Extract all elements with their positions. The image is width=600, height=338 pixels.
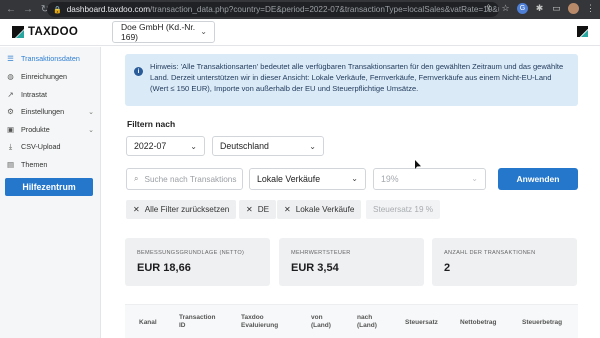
- vat-card: MEHRWERTSTEUER EUR 3,54: [279, 238, 424, 286]
- reset-filters-chip[interactable]: ✕ Alle Filter zurücksetzen: [126, 200, 237, 219]
- card-label: ANZAHL DER TRANSAKTIONEN: [444, 250, 536, 256]
- column-header-kanal[interactable]: Kanal: [139, 319, 157, 327]
- column-header-to-country[interactable]: nach (Land): [357, 314, 385, 330]
- sidebar-item-label: Themen: [21, 160, 48, 169]
- chevron-down-icon: ⌄: [88, 108, 94, 116]
- close-icon[interactable]: ✕: [246, 205, 253, 214]
- sidebar-item-einstellungen[interactable]: ⚙ Einstellungen ⌄: [0, 103, 101, 120]
- sidebar-item-label: CSV-Upload: [21, 142, 61, 151]
- chevron-down-icon: ⌄: [351, 174, 358, 183]
- document-icon: ▤: [6, 160, 15, 169]
- chevron-down-icon: ⌄: [190, 142, 197, 151]
- sidebar-panel-icon[interactable]: ▭: [551, 3, 562, 14]
- column-header-evaluation[interactable]: Taxdoo Evaluierung: [241, 314, 281, 330]
- card-value: EUR 3,54: [291, 262, 339, 274]
- country-select[interactable]: Deutschland ⌄: [212, 136, 324, 156]
- sidebar-item-einreichungen[interactable]: ◍ Einreichungen: [0, 68, 101, 85]
- chip-label: Alle Filter zurücksetzen: [144, 205, 230, 214]
- browser-toolbar: ← → ↻ 🔒 dashboard.taxdoo.com/transaction…: [0, 0, 600, 19]
- vat-rate-chip: Steuersatz 19 %: [366, 200, 441, 219]
- app-header: TAXDOO: [0, 19, 600, 46]
- forward-arrow-icon[interactable]: →: [23, 4, 33, 15]
- download-icon: ⤓: [8, 141, 13, 151]
- sidebar-item-transaktionsdaten[interactable]: ☰ Transaktionsdaten: [0, 50, 101, 67]
- gear-icon: ⚙: [7, 107, 14, 116]
- search-placeholder: Suche nach Transaktions: [144, 174, 237, 184]
- list-icon: ☰: [7, 54, 14, 63]
- chip-label: Lokale Verkäufe: [295, 205, 355, 214]
- browser-nav: ← → ↻: [0, 4, 50, 15]
- chevron-down-icon: ⌄: [309, 142, 316, 151]
- bookmark-star-icon[interactable]: ☆: [500, 3, 511, 14]
- transactions-table-header: Kanal Transaction ID Taxdoo Evaluierung …: [125, 304, 578, 338]
- taxdoo-mark-icon: [577, 26, 588, 37]
- chip-label: Steuersatz 19 %: [373, 205, 434, 214]
- period-select[interactable]: 2022-07 ⌄: [126, 136, 205, 156]
- sidebar-item-label: Transaktionsdaten: [21, 54, 80, 63]
- card-value: EUR 18,66: [137, 262, 191, 274]
- card-label: MEHRWERTSTEUER: [291, 250, 351, 256]
- vat-rate-select[interactable]: 19% ⌄: [373, 168, 486, 190]
- mouse-cursor-icon: [415, 160, 421, 170]
- sidebar-item-label: Einstellungen: [21, 107, 65, 116]
- back-arrow-icon[interactable]: ←: [6, 4, 16, 15]
- transaction-type-value: Lokale Verkäufe: [257, 174, 321, 184]
- search-icon: ⌕: [134, 174, 139, 183]
- sidebar-item-produkte[interactable]: ▣ Produkte ⌄: [0, 121, 101, 138]
- country-filter-chip[interactable]: ✕ DE: [239, 200, 277, 219]
- card-label: BEMESSUNGSGRUNDLAGE (NETTO): [137, 250, 245, 256]
- sidebar-item-intrastat[interactable]: ↗ Intrastat: [0, 86, 101, 103]
- company-select[interactable]: Doe GmbH (Kd.-Nr. 169) ⌄: [112, 21, 215, 43]
- taxdoo-logo[interactable]: TAXDOO: [12, 26, 78, 38]
- url-path: /transaction_data.php?country=DE&period=…: [150, 5, 499, 14]
- box-icon: ▣: [6, 125, 15, 134]
- close-icon[interactable]: ✕: [284, 205, 291, 214]
- chevron-down-icon: ⌄: [471, 174, 478, 183]
- extension-icon[interactable]: G: [517, 3, 528, 14]
- info-text: Hinweis: 'Alle Transaktionsarten' bedeut…: [150, 62, 564, 94]
- logo-text: TAXDOO: [28, 26, 79, 38]
- column-header-net-amount[interactable]: Nettobetrag: [460, 319, 496, 327]
- transaction-search-input[interactable]: ⌕ Suche nach Transaktions: [126, 168, 243, 190]
- close-icon[interactable]: ✕: [133, 205, 140, 214]
- column-header-transaction-id[interactable]: Transaction ID: [179, 314, 221, 330]
- period-select-value: 2022-07: [134, 141, 167, 151]
- filter-title: Filtern nach: [127, 119, 176, 129]
- sidebar-item-themen[interactable]: ▤ Themen: [0, 156, 101, 173]
- net-base-card: BEMESSUNGSGRUNDLAGE (NETTO) EUR 18,66: [125, 238, 270, 286]
- globe-icon: ◍: [7, 72, 14, 81]
- column-header-from-country[interactable]: von (Land): [311, 314, 339, 330]
- sidebar-item-label: Intrastat: [21, 90, 47, 99]
- transaction-count-card: ANZAHL DER TRANSAKTIONEN 2: [432, 238, 577, 286]
- column-header-tax-amount[interactable]: Steuerbetrag: [522, 319, 562, 327]
- country-select-value: Deutschland: [220, 141, 269, 151]
- sidebar-item-csv-upload[interactable]: ⤓ CSV-Upload: [0, 138, 101, 155]
- sidebar-item-label: Produkte: [21, 125, 50, 134]
- browser-extensions: ⇪ ☆ G ✱ ▭ ⋮: [483, 3, 596, 14]
- apply-button[interactable]: Anwenden: [498, 168, 578, 190]
- card-value: 2: [444, 262, 451, 274]
- info-banner: i Hinweis: 'Alle Transaktionsarten' bede…: [125, 54, 578, 106]
- sidebar-item-label: Einreichungen: [21, 72, 67, 81]
- lock-icon: 🔒: [53, 6, 62, 14]
- chip-label: DE: [257, 205, 270, 214]
- transaction-type-chip[interactable]: ✕ Lokale Verkäufe: [277, 200, 362, 219]
- menu-dots-icon[interactable]: ⋮: [585, 3, 596, 14]
- address-bar[interactable]: 🔒 dashboard.taxdoo.com/transaction_data.…: [47, 2, 499, 17]
- chevron-down-icon: ⌄: [88, 126, 94, 134]
- taxdoo-logo-mark-icon: [12, 26, 24, 38]
- puzzle-icon[interactable]: ✱: [534, 3, 545, 14]
- sidebar: ☰ Transaktionsdaten ◍ Einreichungen ↗ In…: [0, 47, 101, 338]
- vat-rate-value: 19%: [381, 174, 399, 184]
- chevron-down-icon: ⌄: [200, 27, 207, 36]
- url-host: dashboard.taxdoo.com: [66, 5, 151, 14]
- main-content: i Hinweis: 'Alle Transaktionsarten' bede…: [101, 47, 600, 338]
- profile-avatar[interactable]: [568, 3, 579, 14]
- arrow-icon: ↗: [7, 90, 14, 99]
- help-center-button[interactable]: Hilfezentrum: [5, 178, 93, 196]
- share-icon[interactable]: ⇪: [483, 3, 494, 14]
- column-header-vat-rate[interactable]: Steuersatz: [405, 319, 438, 327]
- transaction-type-select[interactable]: Lokale Verkäufe ⌄: [249, 168, 366, 190]
- info-icon: i: [134, 67, 143, 76]
